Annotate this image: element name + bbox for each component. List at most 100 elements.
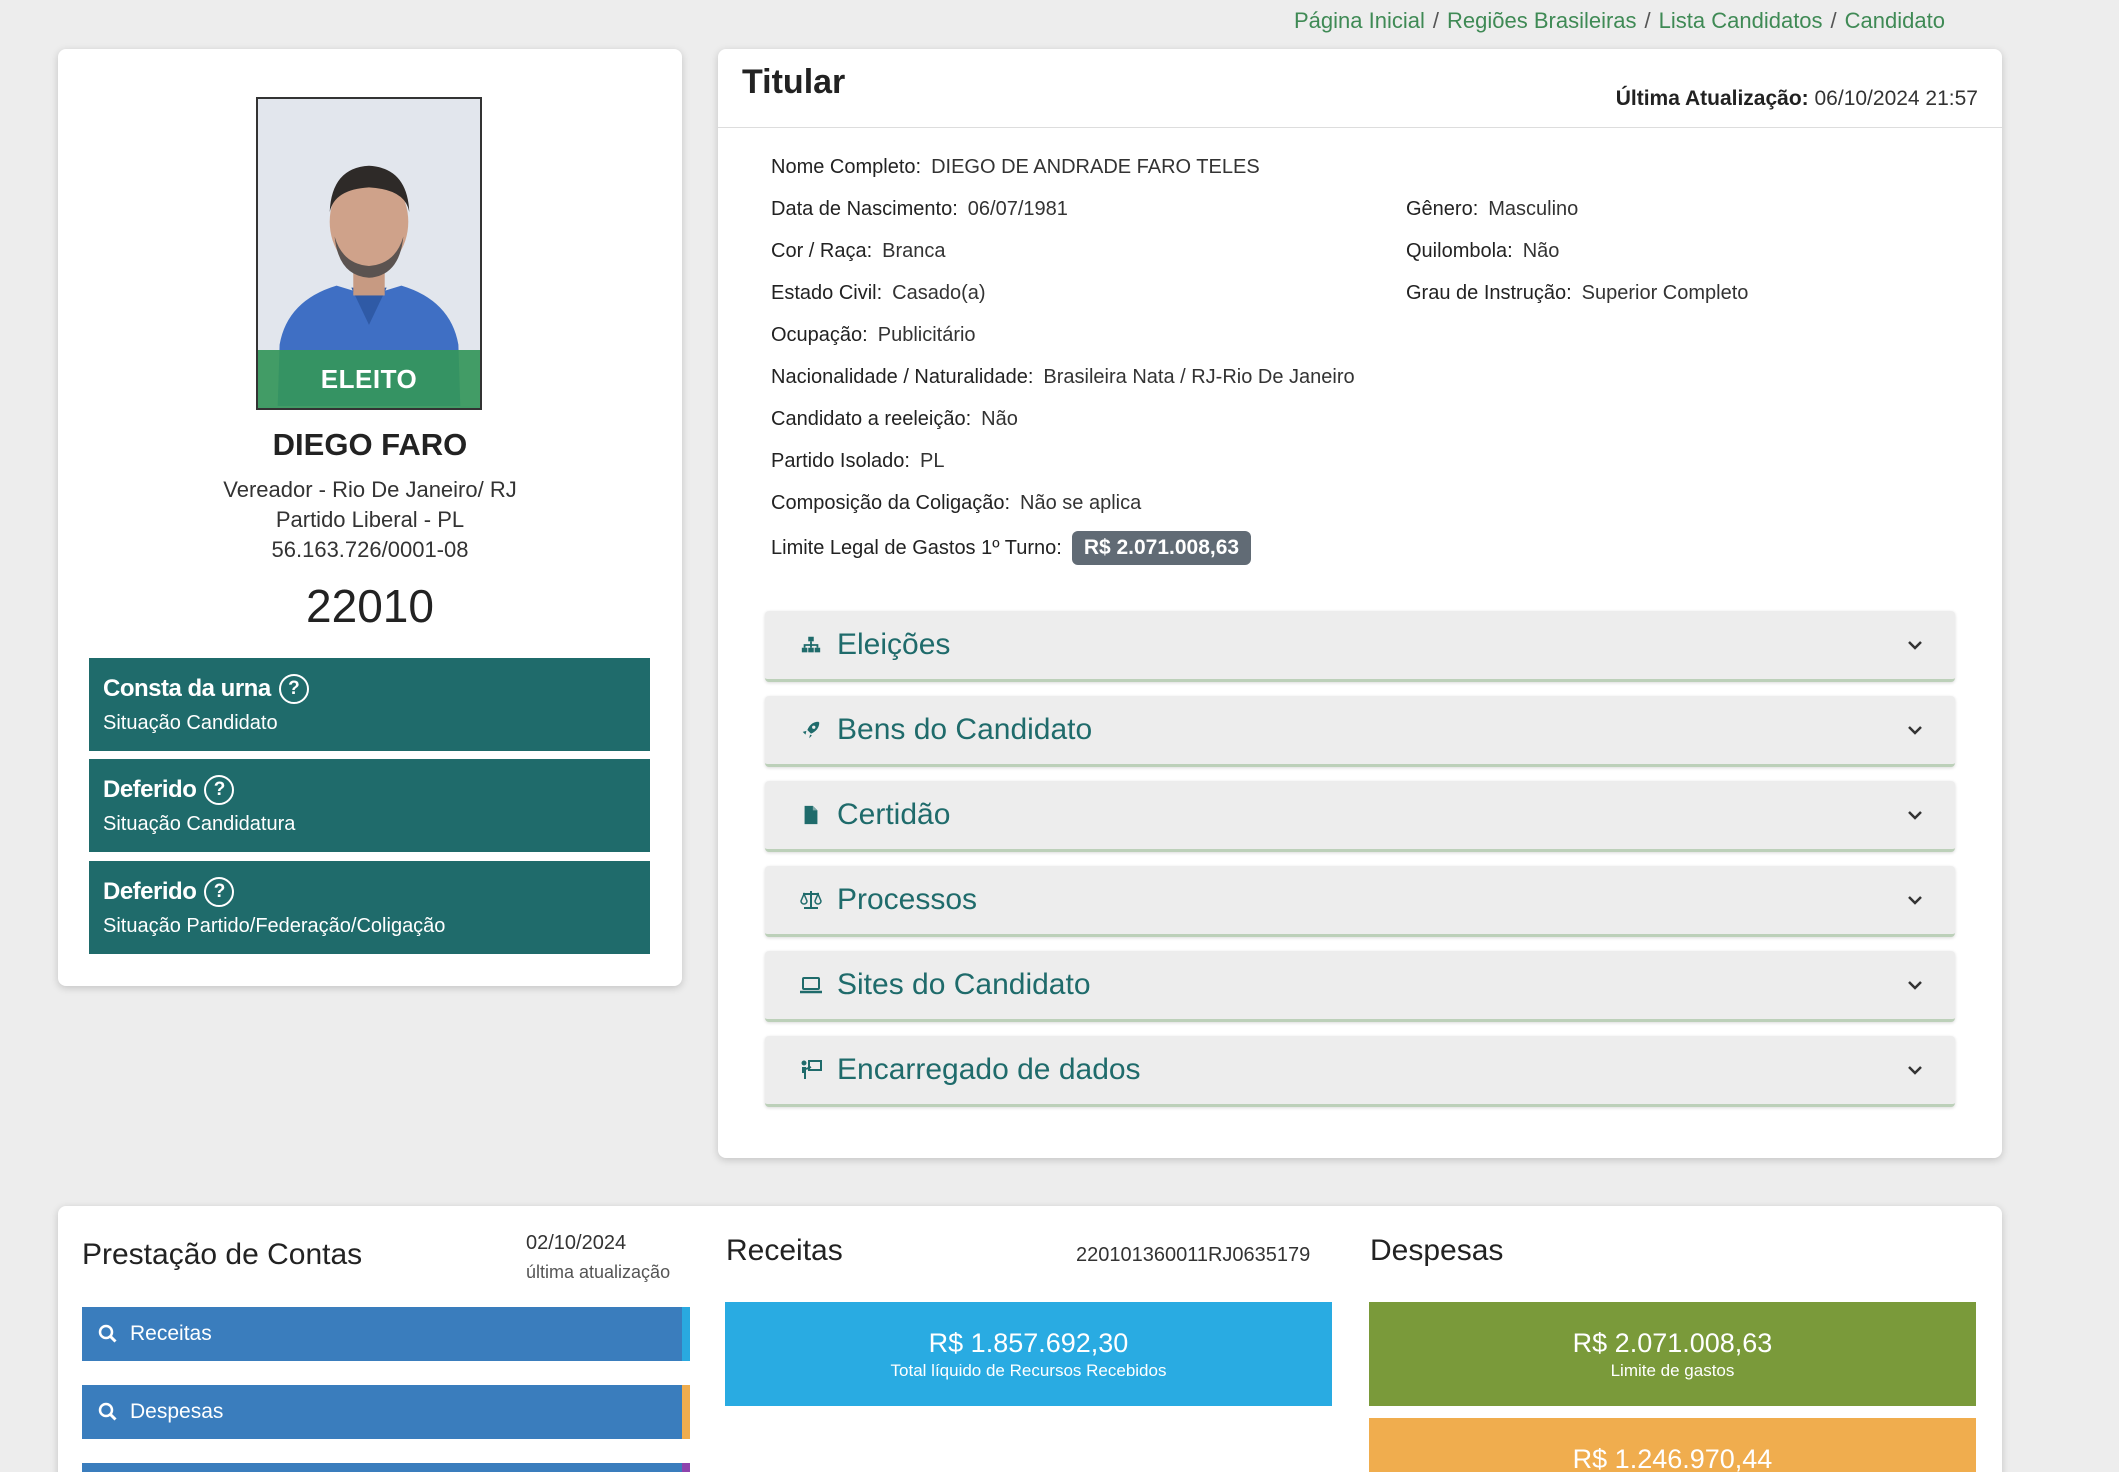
chevron-down-icon bbox=[1908, 641, 1922, 650]
chevron-down-icon bbox=[1908, 1066, 1922, 1075]
accordion-label: Encarregado de dados bbox=[837, 1053, 1141, 1086]
status-title: Consta da urna bbox=[103, 675, 271, 702]
receitas-code: 220101360011RJ0635179 bbox=[1076, 1244, 1311, 1266]
prestacao-contas-card: Prestação de Contas 02/10/2024 última at… bbox=[58, 1206, 2002, 1472]
file-icon bbox=[799, 803, 823, 827]
field-value: Não bbox=[981, 408, 1018, 430]
field-value: Não bbox=[1522, 240, 1560, 262]
accordion-label: Bens do Candidato bbox=[837, 713, 1093, 746]
accordion-certidao[interactable]: Certidão bbox=[765, 781, 1955, 852]
field-label: Quilombola: bbox=[1406, 240, 1513, 262]
last-update-label: Última Atualização: bbox=[1615, 87, 1809, 110]
scale-icon bbox=[799, 888, 823, 912]
field-value: 06/07/1981 bbox=[967, 198, 1068, 220]
help-icon[interactable]: ? bbox=[204, 877, 235, 907]
button-edge bbox=[682, 1385, 690, 1439]
field-label: Gênero: bbox=[1406, 198, 1479, 220]
status-title: Deferido bbox=[103, 878, 197, 905]
field-ocupacao: Ocupação: Publicitário bbox=[771, 324, 976, 347]
field-genero: Gênero: Masculino bbox=[1406, 198, 1578, 221]
candidate-profile-card: ELEITO DIEGO FARO Vereador - Rio De Jane… bbox=[58, 49, 682, 986]
receitas-amount: R$ 1.857.692,30 bbox=[928, 1328, 1129, 1358]
field-value: Casado(a) bbox=[892, 282, 986, 304]
field-value: PL bbox=[919, 450, 945, 472]
last-update-value: 06/10/2024 21:57 bbox=[1814, 87, 1979, 110]
candidate-party: Partido Liberal - PL bbox=[275, 507, 465, 532]
field-grau-instrucao: Grau de Instrução: Superior Completo bbox=[1406, 282, 1748, 305]
breadcrumb: Página Inicial / Regiões Brasileiras / Lista… bbox=[1294, 8, 1945, 34]
chevron-down-icon bbox=[1908, 726, 1922, 735]
divider bbox=[718, 127, 2002, 128]
search-icon bbox=[98, 1324, 117, 1343]
prestacao-contas-title: Prestação de Contas bbox=[82, 1238, 363, 1271]
status-candidato: Consta da urna? Situação Candidato bbox=[89, 658, 650, 751]
accordion-label: Certidão bbox=[837, 798, 951, 831]
despesas-limit-amount: R$ 2.071.008,63 bbox=[1572, 1328, 1773, 1358]
laptop-icon bbox=[799, 973, 823, 997]
button-label: Despesas bbox=[130, 1400, 224, 1423]
prestacao-contas-date-label: última atualização bbox=[526, 1262, 671, 1282]
help-icon[interactable]: ? bbox=[204, 775, 235, 805]
field-label: Limite Legal de Gastos 1º Turno: bbox=[771, 537, 1062, 559]
accordion-label: Processos bbox=[837, 883, 978, 916]
field-value: Masculino bbox=[1488, 198, 1579, 220]
chevron-down-icon bbox=[1908, 896, 1922, 905]
status-candidatura: Deferido? Situação Candidatura bbox=[89, 759, 650, 852]
candidate-photo: ELEITO bbox=[256, 97, 482, 410]
candidate-cnpj: 56.163.726/0001-08 bbox=[271, 537, 469, 562]
accordion-encarregado[interactable]: Encarregado de dados bbox=[765, 1036, 1955, 1107]
despesas-title: Despesas bbox=[1370, 1234, 1504, 1267]
breadcrumb-separator: / bbox=[1644, 8, 1651, 33]
candidate-number: 22010 bbox=[306, 580, 434, 632]
breadcrumb-separator: / bbox=[1830, 8, 1837, 33]
field-label: Composição da Coligação: bbox=[771, 492, 1011, 514]
field-label: Ocupação: bbox=[771, 324, 868, 346]
field-estado-civil: Estado Civil: Casado(a) bbox=[771, 282, 986, 305]
breadcrumb-home[interactable]: Página Inicial bbox=[1294, 8, 1425, 33]
field-value: Brasileira Nata / RJ-Rio De Janeiro bbox=[1043, 366, 1355, 388]
accordion-label: Sites do Candidato bbox=[837, 968, 1091, 1001]
titular-title: Titular bbox=[742, 63, 846, 101]
receitas-title: Receitas bbox=[726, 1234, 843, 1267]
accordion-bens[interactable]: Bens do Candidato bbox=[765, 696, 1955, 767]
field-label: Candidato a reeleição: bbox=[771, 408, 972, 430]
field-limite-gastos: Limite Legal de Gastos 1º Turno: R$ 2.071… bbox=[771, 531, 1252, 565]
field-quilombola: Quilombola: Não bbox=[1406, 240, 1559, 263]
receitas-caption: Total líquido de Recursos Recebidos bbox=[890, 1361, 1167, 1380]
field-data-nascimento: Data de Nascimento: 06/07/1981 bbox=[771, 198, 1068, 221]
breadcrumb-current: Candidato bbox=[1844, 8, 1945, 33]
receitas-button[interactable]: Receitas bbox=[82, 1307, 690, 1361]
status-partido: Deferido? Situação Partido/Federação/Col… bbox=[89, 861, 650, 954]
receitas-total-box: R$ 1.857.692,30 Total líquido de Recurso… bbox=[725, 1302, 1332, 1406]
breadcrumb-separator: / bbox=[1432, 8, 1439, 33]
field-label: Nacionalidade / Naturalidade: bbox=[771, 366, 1034, 388]
accordion-sites[interactable]: Sites do Candidato bbox=[765, 951, 1955, 1022]
accordion-eleicoes[interactable]: Eleições bbox=[765, 611, 1955, 682]
candidate-name: DIEGO FARO bbox=[272, 427, 468, 462]
breadcrumb-regions[interactable]: Regiões Brasileiras bbox=[1447, 8, 1637, 33]
third-button[interactable] bbox=[82, 1463, 690, 1472]
sitemap-icon bbox=[799, 633, 823, 657]
field-label: Grau de Instrução: bbox=[1406, 282, 1572, 304]
button-label: Receitas bbox=[130, 1322, 212, 1345]
titular-card: Titular Última Atualização: 06/10/2024 2… bbox=[718, 49, 2002, 1158]
breadcrumb-candidates-list[interactable]: Lista Candidatos bbox=[1659, 8, 1823, 33]
accordion-label: Eleições bbox=[837, 628, 951, 661]
field-coligacao: Composição da Coligação: Não se aplica bbox=[771, 492, 1141, 515]
field-cor-raca: Cor / Raça: Branca bbox=[771, 240, 946, 263]
field-label: Partido Isolado: bbox=[771, 450, 910, 472]
despesas-button[interactable]: Despesas bbox=[82, 1385, 690, 1439]
field-label: Estado Civil: bbox=[771, 282, 883, 304]
status-title: Deferido bbox=[103, 776, 197, 803]
help-icon[interactable]: ? bbox=[278, 674, 309, 704]
status-subtitle: Situação Candidatura bbox=[103, 813, 296, 835]
despesas-total-amount: R$ 1.246.970,44 bbox=[1572, 1444, 1773, 1472]
field-value: Publicitário bbox=[877, 324, 976, 346]
rocket-icon bbox=[799, 718, 823, 742]
candidate-office: Vereador - Rio De Janeiro/ RJ bbox=[223, 477, 517, 502]
last-update: Última Atualização: 06/10/2024 21:57 bbox=[1616, 87, 1978, 111]
person-board-icon bbox=[799, 1058, 823, 1082]
accordion-processos[interactable]: Processos bbox=[765, 866, 1955, 937]
field-value: DIEGO DE ANDRADE FARO TELES bbox=[931, 156, 1260, 178]
despesas-limit-box: R$ 2.071.008,63 Limite de gastos bbox=[1369, 1302, 1976, 1406]
